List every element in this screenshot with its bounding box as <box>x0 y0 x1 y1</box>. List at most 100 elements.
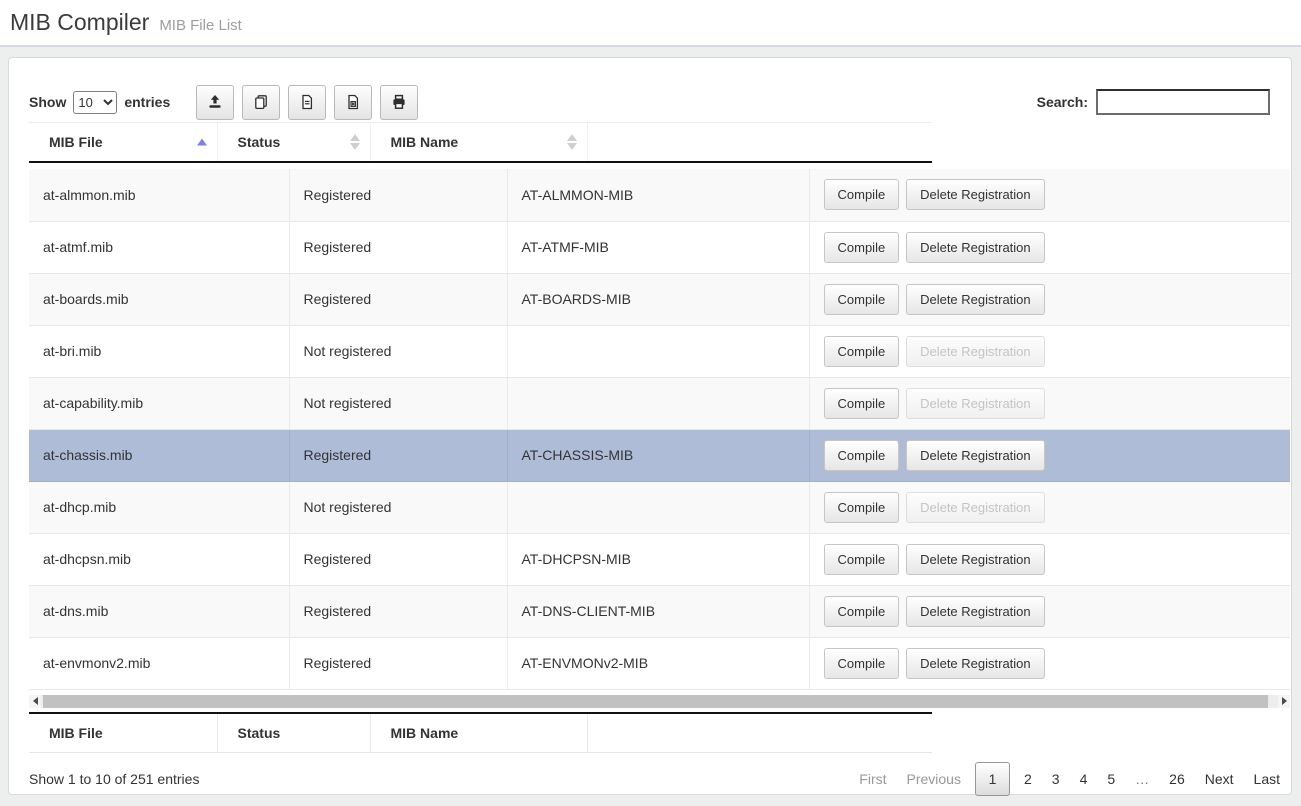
cell-actions: Compile Delete Registration <box>809 325 1290 377</box>
cell-status: Registered <box>289 273 507 325</box>
delete-registration-button[interactable]: Delete Registration <box>906 648 1045 679</box>
table-row[interactable]: at-chassis.mib Registered AT-CHASSIS-MIB… <box>29 429 1290 481</box>
compile-button[interactable]: Compile <box>824 648 900 679</box>
page-header: MIB Compiler MIB File List <box>0 0 1301 47</box>
table-row[interactable]: at-envmonv2.mib Registered AT-ENVMONv2-M… <box>29 637 1290 689</box>
copy-icon <box>252 93 270 111</box>
column-label: Status <box>238 134 281 150</box>
cell-status: Registered <box>289 169 507 221</box>
table-row[interactable]: at-atmf.mib Registered AT-ATMF-MIB Compi… <box>29 221 1290 273</box>
page-subtitle: MIB File List <box>159 12 242 34</box>
cell-actions: Compile Delete Registration <box>809 377 1290 429</box>
cell-actions: Compile Delete Registration <box>809 533 1290 585</box>
compile-button[interactable]: Compile <box>824 492 900 523</box>
pagination-previous: Previous <box>897 762 971 796</box>
page-size-select[interactable]: 10 <box>73 91 117 114</box>
table-row[interactable]: at-boards.mib Registered AT-BOARDS-MIB C… <box>29 273 1290 325</box>
table-header: MIB File Status MIB Name <box>29 122 932 163</box>
column-header-actions <box>587 123 932 163</box>
compile-button[interactable]: Compile <box>824 179 900 210</box>
cell-status: Registered <box>289 533 507 585</box>
column-header-status[interactable]: Status <box>217 123 370 163</box>
scrollbar-thumb[interactable] <box>43 695 1268 708</box>
delete-registration-button[interactable]: Delete Registration <box>906 596 1045 627</box>
pagination-page-3[interactable]: 3 <box>1042 762 1070 796</box>
cell-mib-name <box>507 481 809 533</box>
table-row[interactable]: at-capability.mib Not registered Compile… <box>29 377 1290 429</box>
compile-button[interactable]: Compile <box>824 232 900 263</box>
page-title: MIB Compiler <box>10 9 149 36</box>
delete-registration-button[interactable]: Delete Registration <box>906 440 1045 471</box>
pagination-page-1[interactable]: 1 <box>975 762 1010 796</box>
cell-mib-name: AT-DNS-CLIENT-MIB <box>507 585 809 637</box>
cell-mib-file: at-almmon.mib <box>29 169 289 221</box>
upload-button[interactable] <box>196 85 234 120</box>
table-toolbar: Show 10 entries <box>29 84 1290 120</box>
delete-registration-button: Delete Registration <box>906 388 1045 419</box>
delete-registration-button[interactable]: Delete Registration <box>906 544 1045 575</box>
pagination-page-4[interactable]: 4 <box>1070 762 1098 796</box>
compile-button[interactable]: Compile <box>824 336 900 367</box>
column-label: MIB File <box>49 134 103 150</box>
compile-button[interactable]: Compile <box>824 596 900 627</box>
search-input[interactable] <box>1096 89 1270 115</box>
cell-actions: Compile Delete Registration <box>809 429 1290 481</box>
show-label: Show <box>29 94 66 110</box>
scroll-right-arrow-icon[interactable] <box>1278 695 1290 708</box>
cell-mib-file: at-capability.mib <box>29 377 289 429</box>
cell-status: Registered <box>289 429 507 481</box>
horizontal-scrollbar[interactable] <box>29 695 1290 708</box>
footer-column-actions <box>587 713 932 753</box>
pagination-page-26[interactable]: 26 <box>1159 762 1195 796</box>
cell-mib-name <box>507 325 809 377</box>
delete-registration-button: Delete Registration <box>906 336 1045 367</box>
cell-mib-file: at-bri.mib <box>29 325 289 377</box>
column-label: MIB Name <box>391 725 459 741</box>
compile-button[interactable]: Compile <box>824 440 900 471</box>
pagination-page-5[interactable]: 5 <box>1097 762 1125 796</box>
cell-actions: Compile Delete Registration <box>809 481 1290 533</box>
excel-export-button[interactable] <box>334 85 372 120</box>
pagination-next[interactable]: Next <box>1195 762 1244 796</box>
cell-status: Not registered <box>289 325 507 377</box>
cell-mib-name: AT-DHCPSN-MIB <box>507 533 809 585</box>
footer-column-status: Status <box>217 713 370 753</box>
pagination: First Previous 12345…26 Next Last <box>849 762 1290 796</box>
csv-export-button[interactable] <box>288 85 326 120</box>
cell-actions: Compile Delete Registration <box>809 273 1290 325</box>
compile-button[interactable]: Compile <box>824 284 900 315</box>
cell-mib-name <box>507 377 809 429</box>
compile-button[interactable]: Compile <box>824 388 900 419</box>
table-row[interactable]: at-bri.mib Not registered Compile Delete… <box>29 325 1290 377</box>
cell-actions: Compile Delete Registration <box>809 637 1290 689</box>
delete-registration-button[interactable]: Delete Registration <box>906 179 1045 210</box>
table-row[interactable]: at-dhcp.mib Not registered Compile Delet… <box>29 481 1290 533</box>
compile-button[interactable]: Compile <box>824 544 900 575</box>
cell-mib-name: AT-ATMF-MIB <box>507 221 809 273</box>
table-row[interactable]: at-almmon.mib Registered AT-ALMMON-MIB C… <box>29 169 1290 221</box>
copy-button[interactable] <box>242 85 280 120</box>
column-header-mib-name[interactable]: MIB Name <box>370 123 587 163</box>
cell-mib-file: at-dhcpsn.mib <box>29 533 289 585</box>
footer-column-mib-name: MIB Name <box>370 713 587 753</box>
table-row[interactable]: at-dns.mib Registered AT-DNS-CLIENT-MIB … <box>29 585 1290 637</box>
table-footer: MIB File Status MIB Name <box>29 712 932 753</box>
cell-mib-file: at-dns.mib <box>29 585 289 637</box>
pagination-pages: 12345…26 <box>971 762 1195 796</box>
column-header-mib-file[interactable]: MIB File <box>29 123 217 163</box>
table-row[interactable]: at-dhcpsn.mib Registered AT-DHCPSN-MIB C… <box>29 533 1290 585</box>
column-label: Status <box>238 725 281 741</box>
delete-registration-button[interactable]: Delete Registration <box>906 284 1045 315</box>
delete-registration-button[interactable]: Delete Registration <box>906 232 1045 263</box>
cell-status: Registered <box>289 637 507 689</box>
sort-both-icon <box>350 134 360 150</box>
cell-actions: Compile Delete Registration <box>809 221 1290 273</box>
pagination-page-2[interactable]: 2 <box>1014 762 1042 796</box>
cell-status: Registered <box>289 585 507 637</box>
scrollbar-track[interactable] <box>41 695 1278 708</box>
print-button[interactable] <box>380 85 418 120</box>
csv-file-icon <box>298 93 316 111</box>
cell-actions: Compile Delete Registration <box>809 169 1290 221</box>
pagination-last[interactable]: Last <box>1244 762 1290 796</box>
scroll-left-arrow-icon[interactable] <box>29 695 41 708</box>
